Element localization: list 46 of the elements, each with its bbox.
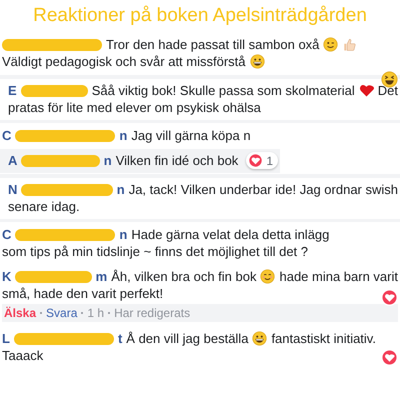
name-fragment[interactable]: N <box>8 182 18 197</box>
reply-link[interactable]: Svara <box>46 306 78 320</box>
heart-emoji-icon <box>358 83 374 98</box>
comment-text: hade mina barn varit <box>279 269 398 284</box>
name-fragment[interactable]: n <box>116 182 125 197</box>
wink-emoji-icon <box>323 37 338 52</box>
comment-text: Ja, tack! Vilken underbar ide! Jag ordnar swish <box>128 182 398 197</box>
name-fragment[interactable]: n <box>119 128 128 143</box>
comment-text: Å den vill jag beställa <box>126 331 248 346</box>
edited-label: Har redigerats <box>114 306 190 320</box>
name-fragment[interactable]: C <box>2 128 12 143</box>
grin-emoji-icon <box>252 331 268 346</box>
name-fragment[interactable]: L <box>2 331 10 346</box>
comment-text: Jag vill gärna köpa n <box>131 128 251 143</box>
timestamp: 1 h <box>87 306 104 320</box>
laughing-reaction-icon <box>381 71 398 88</box>
comment-text: Åh, vilken bra och fin bok <box>111 269 256 284</box>
grin-emoji-icon <box>250 54 265 69</box>
name-fragment[interactable]: n <box>119 227 128 242</box>
heart-reaction-icon <box>248 153 264 168</box>
comment-text: senare idag. <box>8 199 80 214</box>
redaction-mark <box>20 84 88 96</box>
comment-text: Väldigt pedagogisk och svår att missförstå <box>2 54 246 69</box>
comment-text: Hade gärna velat dela detta inlägg <box>131 227 330 242</box>
comment-text: små, hade den varit perfekt! <box>2 286 164 301</box>
comment-text: pratas för lite med elever om psykisk ohälsa <box>8 100 261 115</box>
name-fragment[interactable]: A <box>8 153 18 168</box>
name-fragment[interactable]: m <box>96 269 108 284</box>
comment-text: Taaack <box>2 348 44 363</box>
heart-reaction-icon <box>381 349 398 366</box>
comment-text: Såå viktig bok! Skulle passa som skolmaterial <box>92 83 355 98</box>
comment-text: Vilken fin idé och bok <box>116 153 238 168</box>
name-fragment[interactable]: E <box>8 83 17 98</box>
name-fragment[interactable]: C <box>2 227 12 242</box>
name-fragment[interactable]: t <box>118 331 122 346</box>
comment-text: Tror den hade passat till sambon oxå <box>106 37 320 52</box>
comment-text: fantastiskt initiativ. <box>271 331 376 346</box>
page-title: Reaktioner på boken Apelsinträdgården <box>32 4 368 28</box>
comment-text: Det <box>378 83 398 98</box>
smile-emoji-icon <box>260 269 276 284</box>
comment-text: som tips på min tidslinje ~ finns det möjlighet till det ? <box>2 244 308 259</box>
name-fragment[interactable]: n <box>104 153 112 168</box>
thumbs-up-icon <box>342 37 358 52</box>
name-fragment[interactable]: K <box>2 269 12 284</box>
reaction-count-badge: 1 <box>246 152 278 169</box>
heart-reaction-icon <box>381 289 398 306</box>
